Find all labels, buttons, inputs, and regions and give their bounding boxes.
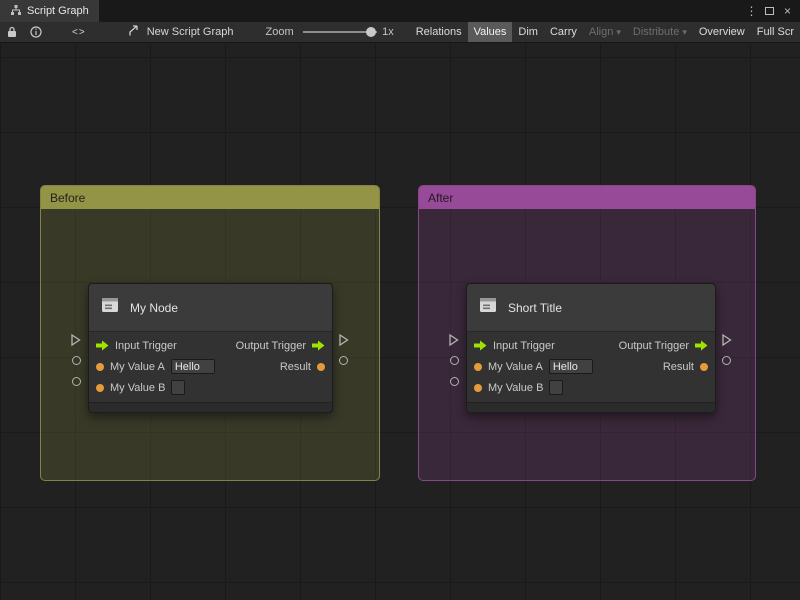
graph-breadcrumb[interactable]: New Script Graph <box>128 24 234 40</box>
flow-in-icon[interactable] <box>474 340 487 351</box>
script-graph-window: Script Graph ⋮ × <> New Script Graph Zoo… <box>0 0 800 600</box>
flow-out-icon[interactable] <box>695 340 708 351</box>
result-label: Result <box>279 360 311 373</box>
zoom-value: 1x <box>382 26 394 38</box>
zoom-slider[interactable] <box>302 27 378 37</box>
node-short-title[interactable]: Short Title Input Trigger Output Trigger <box>466 283 716 413</box>
result-port-icon[interactable] <box>317 362 325 371</box>
script-graph-tab-icon <box>10 4 22 19</box>
node-icon <box>99 294 121 321</box>
zoom-slider-handle[interactable] <box>366 27 377 37</box>
external-output-trigger-port[interactable] <box>721 333 732 347</box>
node-short-title-header[interactable]: Short Title <box>467 284 715 332</box>
group-before-title: Before <box>50 190 86 205</box>
value-b-field[interactable] <box>549 380 564 395</box>
toolbar-buttons: Relations Values Dim Carry Align ▾ Distr… <box>410 22 800 42</box>
graph-canvas[interactable]: Before After My Node Input Trigger Outpu… <box>0 43 800 600</box>
distribute-dropdown: Distribute ▾ <box>627 22 693 42</box>
node-icon <box>477 294 499 321</box>
window-controls: ⋮ × <box>744 0 800 22</box>
tabbar-spacer <box>99 0 744 22</box>
external-value-b-port[interactable] <box>450 377 459 386</box>
group-after-title: After <box>428 190 454 205</box>
overview-button[interactable]: Overview <box>693 22 751 42</box>
tab-title: Script Graph <box>27 5 89 17</box>
result-port-icon[interactable] <box>700 362 708 371</box>
node-footer <box>89 402 332 412</box>
external-result-port[interactable] <box>339 356 348 365</box>
window-close-icon[interactable]: × <box>780 3 795 19</box>
external-result-port[interactable] <box>722 356 731 365</box>
result-label: Result <box>662 360 694 373</box>
port-row-trigger: Input Trigger Output Trigger <box>467 335 715 356</box>
relations-button[interactable]: Relations <box>410 22 468 42</box>
node-my-node[interactable]: My Node Input Trigger Output Trigger My … <box>88 283 333 413</box>
carry-button[interactable]: Carry <box>544 22 583 42</box>
flow-in-icon[interactable] <box>96 340 109 351</box>
node-body: Input Trigger Output Trigger My Value A … <box>467 332 715 402</box>
graph-name: New Script Graph <box>146 26 234 38</box>
port-row-value-b: My Value B <box>467 377 715 398</box>
group-before-header[interactable]: Before <box>41 186 379 209</box>
value-port-icon[interactable] <box>474 362 482 371</box>
tab-bar: Script Graph ⋮ × <box>0 0 800 22</box>
value-b-label: My Value B <box>110 381 166 394</box>
external-input-trigger-port[interactable] <box>448 333 459 347</box>
output-trigger-label: Output Trigger <box>618 339 689 352</box>
node-footer <box>467 402 715 412</box>
distribute-label: Distribute <box>632 26 680 38</box>
dim-button[interactable]: Dim <box>512 22 544 42</box>
node-title: My Node <box>130 300 179 315</box>
external-value-a-port[interactable] <box>72 356 81 365</box>
group-after-header[interactable]: After <box>419 186 755 209</box>
output-trigger-label: Output Trigger <box>235 339 306 352</box>
lock-icon[interactable] <box>7 26 17 38</box>
chevron-down-icon: ▾ <box>616 26 621 37</box>
values-button[interactable]: Values <box>467 22 513 42</box>
window-maximize-icon[interactable] <box>762 3 777 19</box>
external-output-trigger-port[interactable] <box>338 333 349 347</box>
info-icon[interactable] <box>30 26 42 38</box>
align-label: Align <box>588 26 614 38</box>
node-body: Input Trigger Output Trigger My Value A … <box>89 332 332 402</box>
script-graph-asset-icon <box>128 24 140 40</box>
value-b-label: My Value B <box>488 381 544 394</box>
input-trigger-label: Input Trigger <box>115 339 177 352</box>
flow-out-icon[interactable] <box>312 340 325 351</box>
port-row-trigger: Input Trigger Output Trigger <box>89 335 332 356</box>
window-menu-icon[interactable]: ⋮ <box>744 3 759 19</box>
node-title: Short Title <box>508 300 563 315</box>
value-b-field[interactable] <box>171 380 186 395</box>
input-trigger-label: Input Trigger <box>493 339 555 352</box>
chevron-down-icon: ▾ <box>682 26 687 37</box>
external-value-a-port[interactable] <box>450 356 459 365</box>
maximize-box-icon <box>765 7 774 15</box>
external-input-trigger-port[interactable] <box>70 333 81 347</box>
code-view-button[interactable]: <> <box>72 27 86 38</box>
value-a-label: My Value A <box>488 360 543 373</box>
external-value-b-port[interactable] <box>72 377 81 386</box>
node-my-node-header[interactable]: My Node <box>89 284 332 332</box>
value-port-icon[interactable] <box>474 383 482 392</box>
value-a-field[interactable] <box>548 359 593 374</box>
tab-script-graph[interactable]: Script Graph <box>0 0 99 22</box>
port-row-value-a: My Value A Result <box>89 356 332 377</box>
align-dropdown: Align ▾ <box>583 22 627 42</box>
graph-toolbar: <> New Script Graph Zoom 1x Relations Va… <box>0 22 800 43</box>
port-row-value-b: My Value B <box>89 377 332 398</box>
value-port-icon[interactable] <box>96 362 104 371</box>
port-row-value-a: My Value A Result <box>467 356 715 377</box>
fullscreen-button[interactable]: Full Scr <box>751 22 800 42</box>
zoom-label: Zoom <box>265 26 294 38</box>
value-port-icon[interactable] <box>96 383 104 392</box>
value-a-field[interactable] <box>170 359 215 374</box>
value-a-label: My Value A <box>110 360 165 373</box>
